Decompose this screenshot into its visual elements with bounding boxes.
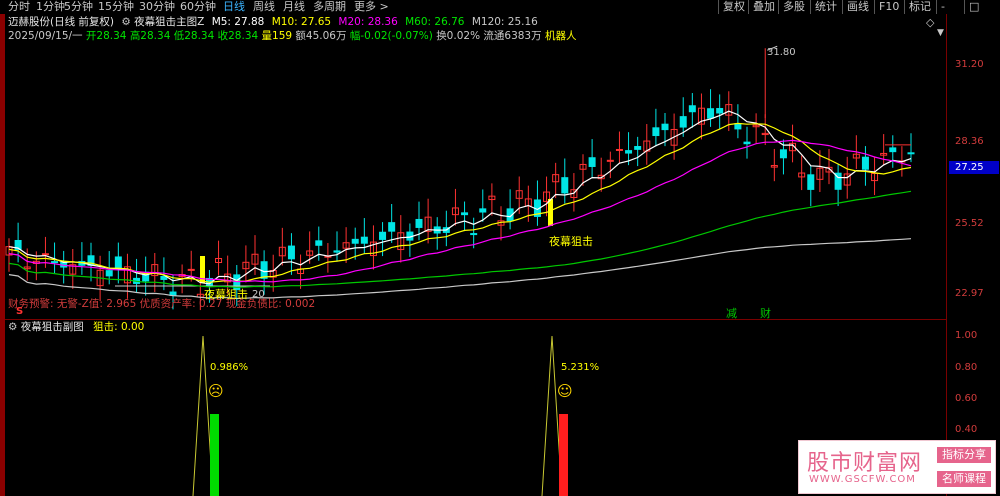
candle-body — [461, 212, 469, 216]
sub-chart-header: ⚙ 夜幕狙击副图 狙击: 0.00 — [8, 321, 144, 334]
current-price-tag: 27.25 — [949, 161, 999, 174]
period-toolbar: 分时 1分钟 5分钟 15分钟 30分钟 60分钟 日线 周线 月线 多周期 更… — [0, 0, 1000, 14]
price-tick: 28.36 — [955, 136, 984, 147]
sub-tick: 0.80 — [955, 362, 978, 373]
candle-body — [652, 127, 660, 137]
moving-average-lines — [8, 110, 912, 300]
signal-bar — [548, 199, 553, 226]
candle-body — [743, 141, 751, 145]
candle-body — [114, 256, 122, 269]
ma120-line — [8, 238, 912, 300]
ma20-line — [8, 139, 912, 283]
candle-body — [105, 270, 113, 277]
tab-1min[interactable]: 1分钟 — [36, 0, 65, 14]
price-tick: 22.97 — [955, 288, 984, 299]
watermark-tag-course: 名师课程 — [937, 471, 991, 487]
candle-body — [861, 156, 869, 170]
sub-settings-icon[interactable]: ⚙ — [8, 321, 17, 333]
tab-monthly[interactable]: 月线 — [283, 0, 305, 14]
tab-multi-period[interactable]: 多周期 — [313, 0, 346, 14]
candle-body — [470, 233, 478, 236]
candle-body — [907, 152, 915, 155]
f10-button[interactable]: F10 — [874, 0, 903, 14]
candle-body — [779, 149, 787, 159]
candle-body — [588, 157, 596, 167]
candle-body — [351, 238, 359, 244]
candle-body — [688, 105, 696, 113]
pane-divider[interactable] — [5, 319, 946, 320]
sad-face-icon: ☹ — [208, 382, 224, 400]
candlestick-series — [5, 45, 915, 311]
tab-30min[interactable]: 30分钟 — [139, 0, 175, 14]
candle-body — [561, 177, 569, 194]
overlay-button[interactable]: 叠加 — [748, 0, 779, 14]
sub-chart-title[interactable]: 夜幕狙击副图 — [21, 321, 84, 333]
candle-body — [388, 222, 396, 232]
price-tick: 25.52 — [955, 218, 984, 229]
watermark-domain: WWW.GSCFW.COM — [809, 474, 916, 485]
sub-tick: 1.00 — [955, 330, 978, 341]
candle-body — [51, 261, 59, 264]
multi-stock-button[interactable]: 多股 — [778, 0, 809, 14]
sub-tick: 0.40 — [955, 424, 978, 435]
candle-body — [625, 150, 633, 154]
candle-body — [807, 174, 815, 190]
tab-daily[interactable]: 日线 — [223, 0, 245, 14]
candle-body — [379, 231, 387, 240]
candle-body — [889, 147, 897, 153]
candle-body — [415, 218, 423, 228]
red-volume-bar — [559, 414, 568, 496]
reduction-event-marker[interactable]: 减 — [726, 305, 737, 321]
candle-body — [734, 123, 742, 130]
candle-body — [679, 116, 687, 128]
statistics-button[interactable]: 统计 — [810, 0, 841, 14]
candle-body — [661, 123, 669, 131]
draw-line-button[interactable]: 画线 — [842, 0, 873, 14]
candle-body — [333, 250, 341, 253]
signal-label-right: 夜幕狙击 — [549, 235, 593, 248]
finance-warning: 财务预警: 无警-Z值: 2.965 优质资产率: 0.27 现金负债比: 0.… — [8, 298, 316, 310]
mark-button[interactable]: 标记 — [904, 0, 935, 14]
pct-label-right: 5.231% — [561, 362, 600, 373]
candle-body — [716, 108, 724, 114]
sub-tick: 0.60 — [955, 393, 978, 404]
candle-body — [479, 208, 487, 213]
candle-body — [187, 268, 195, 271]
restore-rights-button[interactable]: 复权 — [718, 0, 749, 14]
tab-intraday[interactable]: 分时 — [8, 0, 30, 14]
maximize-button[interactable]: □ — [964, 0, 983, 14]
candle-body — [707, 108, 715, 119]
candle-body — [41, 253, 49, 256]
pct-label-left: 0.986% — [210, 362, 249, 373]
tab-5min[interactable]: 5分钟 — [64, 0, 93, 14]
tab-15min[interactable]: 15分钟 — [98, 0, 134, 14]
price-tick: 31.20 — [955, 59, 984, 70]
price-axis[interactable]: 31.20 28.36 25.52 22.97 27.25 1.00 0.80 … — [946, 14, 1000, 496]
candle-body — [315, 240, 323, 246]
chart-canvas[interactable] — [5, 14, 946, 496]
sub-indicator-plot — [192, 335, 568, 496]
s-marker[interactable]: S — [16, 306, 23, 317]
candle-body — [287, 245, 295, 260]
tab-60min[interactable]: 60分钟 — [180, 0, 216, 14]
minimize-button[interactable]: - — [936, 0, 949, 14]
candle-body — [634, 146, 642, 150]
smile-face-icon: ☺ — [557, 382, 573, 400]
candle-body — [360, 236, 368, 244]
candle-body — [260, 261, 268, 279]
ma10-line — [8, 122, 912, 283]
finance-event-marker[interactable]: 财 — [760, 305, 771, 321]
watermark-tag-share: 指标分享 — [937, 447, 991, 463]
ma5-line — [8, 110, 912, 285]
tab-weekly[interactable]: 周线 — [253, 0, 275, 14]
site-watermark: 股市财富网 WWW.GSCFW.COM 指标分享 名师课程 — [798, 440, 996, 494]
snipe-value: 狙击: 0.00 — [93, 321, 145, 333]
candle-body — [615, 148, 623, 151]
green-volume-bar — [210, 414, 219, 496]
watermark-site-name: 股市财富网 — [807, 451, 923, 476]
tab-more[interactable]: 更多 > — [354, 0, 389, 14]
high-price-label: 31.80 — [767, 47, 796, 58]
